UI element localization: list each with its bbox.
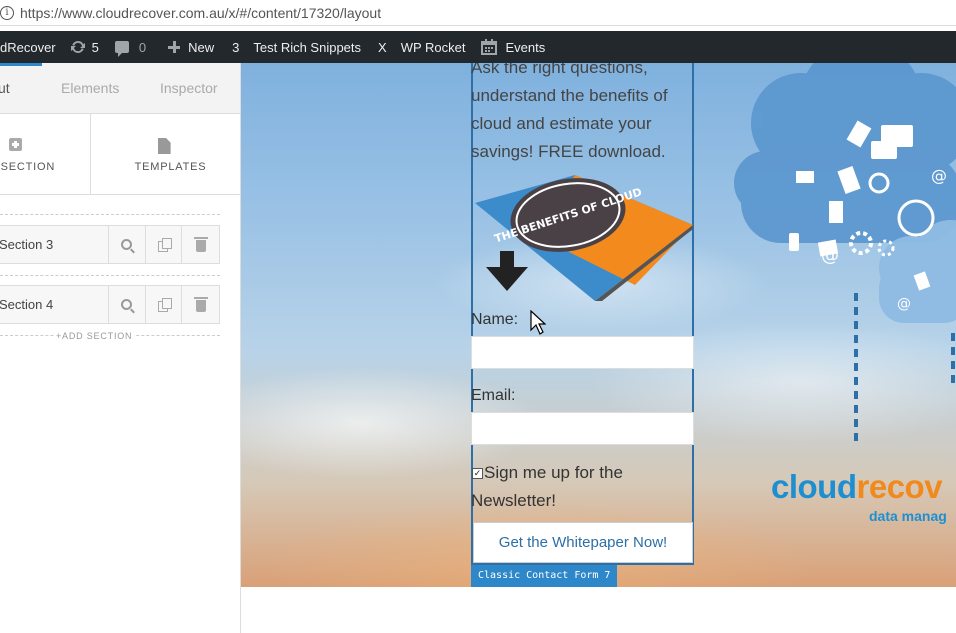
tab-layout[interactable]: ut — [0, 80, 10, 96]
cloud-illustration: @ @ @ — [734, 63, 956, 443]
new-label: New — [188, 39, 215, 55]
browser-address-bar[interactable]: i https://www.cloudrecover.com.au/x/#/co… — [0, 0, 956, 26]
down-arrow-icon — [486, 251, 528, 291]
delete-section-button[interactable] — [182, 226, 219, 263]
logo-text-recover: recov — [856, 468, 943, 505]
search-icon — [121, 299, 133, 310]
tab-elements[interactable]: Elements — [61, 80, 119, 96]
divider — [0, 214, 220, 215]
email-label: Email: — [471, 387, 516, 404]
duplicate-icon — [157, 238, 172, 252]
section-name[interactable]: Section 4 — [0, 286, 109, 323]
element-type-tag[interactable]: Classic Contact Form 7 — [471, 565, 618, 587]
logo-text-cloud: cloud — [771, 468, 857, 505]
x-link[interactable]: X — [378, 40, 387, 55]
rich-snippets-label: Test Rich Snippets — [253, 39, 362, 55]
add-section-icon — [9, 138, 22, 151]
new-content-link[interactable]: New — [168, 40, 214, 55]
comments-count: 0 — [138, 39, 147, 55]
active-tab-indicator — [0, 63, 42, 66]
notification-count-link[interactable]: 3 — [232, 40, 239, 55]
page-preview: @ @ @ Ask the right questions, understan… — [241, 63, 956, 633]
get-whitepaper-button[interactable]: Get the Whitepaper Now! — [473, 522, 693, 563]
svg-text:@: @ — [897, 296, 911, 312]
calendar-icon — [481, 39, 498, 55]
section-row[interactable]: Section 3 — [0, 225, 220, 264]
updates-count: 5 — [91, 39, 99, 55]
templates-button[interactable]: TEMPLATES — [91, 114, 240, 195]
name-field[interactable] — [471, 336, 694, 369]
site-name-link[interactable]: dRecover — [0, 40, 56, 55]
plus-icon — [168, 41, 181, 53]
template-icon — [157, 138, 171, 154]
svg-text:@: @ — [821, 245, 839, 266]
x-label: X — [378, 39, 387, 55]
rich-snippets-link[interactable]: Test Rich Snippets — [253, 40, 361, 55]
builder-sidebar: ut Elements Inspector D SECTION TEMPLATE… — [0, 63, 241, 633]
add-section-link[interactable]: +ADD SECTION — [54, 331, 135, 341]
events-link[interactable]: Events — [481, 39, 545, 55]
cloudrecover-logo: cloudrecov — [771, 468, 943, 506]
duplicate-section-button[interactable] — [146, 226, 183, 263]
comments-link[interactable]: 0 — [114, 39, 147, 57]
sidebar-actions: D SECTION TEMPLATES — [0, 114, 240, 195]
admin-bar: dRecover 5 0 New 3 Test Rich Snippets X … — [0, 31, 956, 63]
mouse-cursor-icon — [530, 310, 546, 335]
info-icon[interactable]: i — [0, 5, 14, 20]
email-field[interactable] — [471, 412, 694, 445]
section-row[interactable]: Section 4 — [0, 285, 220, 324]
refresh-icon — [70, 40, 85, 54]
intro-text: Ask the right questions, understand the … — [471, 63, 668, 161]
comment-icon — [114, 41, 129, 57]
add-section-button[interactable]: D SECTION — [0, 114, 91, 195]
trash-icon — [193, 296, 208, 312]
name-label: Name: — [471, 311, 519, 328]
templates-label: TEMPLATES — [134, 161, 207, 173]
tab-inspector[interactable]: Inspector — [160, 80, 218, 96]
add-section-label: D SECTION — [0, 161, 56, 173]
newsletter-label: Sign me up for the Newsletter! — [471, 463, 623, 510]
inspect-section-button[interactable] — [109, 226, 146, 263]
sidebar-tabs: ut Elements Inspector — [0, 63, 240, 114]
delete-section-button[interactable] — [182, 286, 219, 323]
search-icon — [121, 239, 133, 250]
wp-rocket-label: WP Rocket — [400, 39, 466, 55]
inspect-section-button[interactable] — [109, 286, 146, 323]
site-name-label: dRecover — [0, 39, 56, 55]
svg-text:@: @ — [931, 166, 947, 185]
duplicate-icon — [157, 298, 172, 312]
trash-icon — [193, 236, 208, 252]
wp-rocket-link[interactable]: WP Rocket — [401, 40, 466, 55]
notification-count: 3 — [232, 39, 240, 55]
logo-tagline: data manag — [869, 508, 947, 524]
divider — [0, 275, 220, 276]
updates-link[interactable]: 5 — [70, 39, 99, 55]
events-label: Events — [505, 39, 546, 55]
url-text[interactable]: https://www.cloudrecover.com.au/x/#/cont… — [20, 5, 381, 21]
section-name[interactable]: Section 3 — [0, 226, 109, 263]
duplicate-section-button[interactable] — [146, 286, 183, 323]
